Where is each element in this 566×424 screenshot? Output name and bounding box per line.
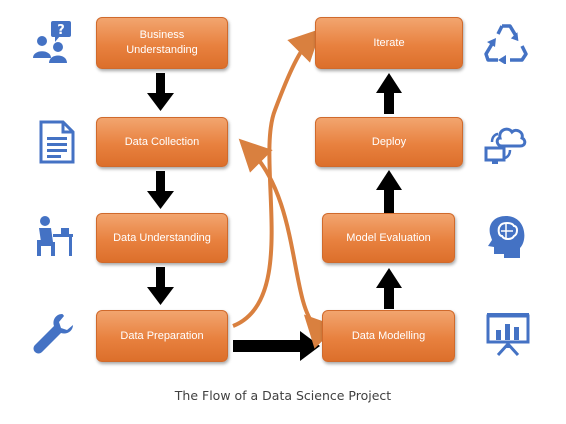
arrow-modelling-to-evaluation (376, 268, 402, 309)
step-data-collection: Data Collection (96, 117, 228, 167)
step-data-preparation: Data Preparation (96, 310, 228, 362)
recycle-icon (484, 24, 528, 64)
diagram-caption: The Flow of a Data Science Project (174, 388, 392, 403)
flow-connectors (147, 28, 402, 361)
step-label: Deploy (371, 135, 407, 148)
wrench-icon (33, 314, 73, 354)
step-label: Data Modelling (351, 329, 426, 342)
step-data-understanding: Data Understanding (96, 213, 228, 263)
step-iterate: Iterate (315, 17, 463, 69)
step-business-understanding: Business Understanding (96, 17, 228, 69)
head-brain-icon (488, 216, 525, 258)
arrow-understanding-to-preparation (147, 267, 174, 305)
step-label: Data Collection (124, 135, 200, 148)
step-label: Iterate (373, 36, 405, 49)
step-label: Model Evaluation (346, 231, 431, 244)
step-deploy: Deploy (315, 117, 463, 167)
presentation-chart-icon (486, 313, 530, 356)
arrow-business-to-collection (147, 73, 174, 111)
step-label: Data Preparation (120, 329, 204, 342)
svg-text:?: ? (57, 23, 65, 38)
step-data-modelling: Data Modelling (322, 310, 455, 362)
arrow-evaluation-to-deploy (376, 170, 402, 214)
step-label: Data Understanding (113, 231, 211, 244)
flow-diagram: Business Understanding Data Collection D… (0, 0, 566, 424)
arrow-collection-to-understanding (147, 171, 174, 209)
step-model-evaluation: Model Evaluation (322, 213, 455, 263)
step-label: Business Understanding (126, 29, 198, 56)
document-icon (39, 120, 75, 164)
cloud-sync-icon (484, 127, 527, 164)
person-at-desk-icon (37, 216, 73, 256)
people-question-icon: ? (33, 21, 71, 63)
arrow-preparation-to-modelling (233, 331, 320, 361)
arrow-deploy-to-iterate (376, 73, 402, 114)
